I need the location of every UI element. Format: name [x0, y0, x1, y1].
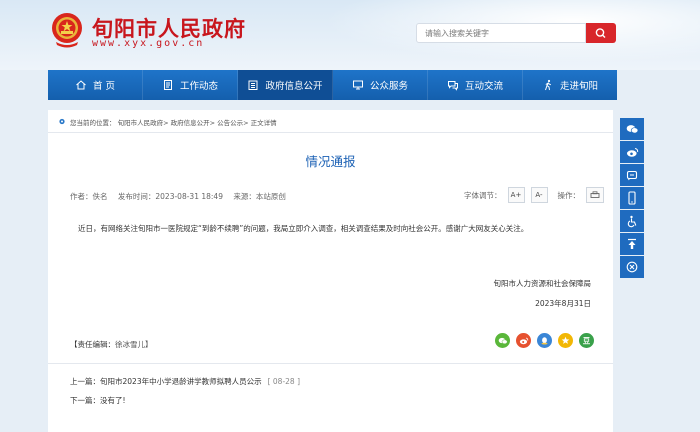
side-toolbar [620, 118, 644, 278]
arrow-up-icon [628, 238, 636, 249]
weibo-icon [626, 147, 638, 157]
site-url: www.xyx.gov.cn [92, 38, 205, 49]
search-input[interactable]: 请输入搜索关键字 [416, 23, 586, 43]
side-accessibility-button[interactable] [620, 210, 644, 232]
nav-item-info-disclosure[interactable]: 政府信息公开 [238, 70, 333, 100]
article-author: 作者：佚名 [70, 192, 108, 201]
article-panel: 您当前的位置： 旬阳市人民政府> 政府信息公开> 公告公示> 正文详情 情况通报… [48, 110, 613, 432]
site-header: 旬阳市人民政府 www.xyx.gov.cn 请输入搜索关键字 [0, 0, 700, 70]
main-nav: 首 页 工作动态 政府信息公开 公众服务 互动交流 走进旬阳 [48, 70, 617, 100]
nav-item-public-service[interactable]: 公众服务 [333, 70, 428, 100]
divider [48, 363, 613, 364]
article-published: 发布时间：2023-08-31 18:49 [117, 192, 223, 201]
wheelchair-icon [627, 215, 637, 227]
signature-date: 2023年8月31日 [535, 299, 591, 308]
star-icon [561, 336, 570, 344]
share-wechat-button[interactable] [495, 333, 510, 348]
side-weibo-button[interactable] [620, 141, 644, 163]
responsible-editor: 【责任编辑：徐冰雪儿】 [70, 339, 153, 350]
search-button[interactable] [586, 23, 616, 43]
nav-item-interaction[interactable]: 互动交流 [428, 70, 523, 100]
share-buttons [495, 333, 594, 348]
monitor-icon [352, 80, 363, 90]
side-back-to-top-button[interactable] [620, 233, 644, 255]
app-icon [626, 170, 638, 180]
wechat-icon [626, 124, 638, 133]
font-decrease-button[interactable]: A- [530, 187, 548, 203]
breadcrumb: 您当前的位置： 旬阳市人民政府> 政府信息公开> 公告公示> 正文详情 [58, 117, 277, 127]
chat-icon [447, 81, 458, 91]
article-body: 近日，有网络关注旬阳市一医院规定“到龄不续聘”的问题，我局立即介入调查，相关调查… [78, 224, 529, 233]
article-meta: 作者：佚名 发布时间：2023-08-31 18:49 来源：本站原创 [70, 191, 294, 202]
weibo-icon [519, 337, 528, 344]
prev-article-date: [ 08-28 ] [267, 377, 301, 386]
document-icon [163, 80, 172, 90]
article-title: 情况通报 [305, 154, 356, 169]
editor-name: 徐冰雪儿】 [115, 340, 153, 349]
nav-label: 工作动态 [179, 81, 218, 92]
article-source: 来源：本站原创 [233, 192, 286, 201]
share-qq-button[interactable] [537, 333, 552, 348]
next-label: 下一篇： [70, 396, 100, 405]
home-icon [76, 80, 86, 90]
nav-label: 政府信息公开 [265, 81, 323, 92]
nav-label: 公众服务 [369, 81, 408, 92]
nav-item-work-news[interactable]: 工作动态 [143, 70, 238, 100]
font-increase-button[interactable]: A+ [507, 187, 525, 203]
next-article: 下一篇：没有了! [70, 395, 126, 406]
share-douban-button[interactable] [579, 333, 594, 348]
prev-label: 上一篇： [70, 377, 100, 386]
editor-label: 【责任编辑： [70, 340, 115, 349]
side-close-button[interactable] [620, 256, 644, 278]
wechat-icon [498, 337, 507, 344]
print-icon [590, 191, 600, 198]
nav-item-about-xunyang[interactable]: 走进旬阳 [523, 70, 617, 100]
nav-item-home[interactable]: 首 页 [48, 70, 143, 100]
nav-label: 互动交流 [464, 81, 503, 92]
side-wechat-button[interactable] [620, 118, 644, 140]
next-article-text: 没有了! [100, 396, 126, 405]
national-emblem-icon [52, 13, 82, 48]
qq-icon [541, 337, 548, 345]
side-app-button[interactable] [620, 164, 644, 186]
mobile-icon [628, 191, 636, 205]
nav-label: 首 页 [92, 81, 116, 92]
douban-icon [583, 337, 590, 345]
search-icon [595, 28, 606, 38]
prev-article: 上一篇：旬阳市2023年中小学退龄讲学教师拟聘人员公示 [ 08-28 ] [70, 376, 300, 387]
nav-label: 走进旬阳 [559, 81, 598, 92]
action-label: 操作： [557, 190, 581, 200]
breadcrumb-text[interactable]: 您当前的位置： 旬阳市人民政府> 政府信息公开> 公告公示> 正文详情 [70, 117, 277, 127]
prev-article-link[interactable]: 旬阳市2023年中小学退龄讲学教师拟聘人员公示 [100, 377, 262, 386]
signature-org: 旬阳市人力资源和社会保障局 [493, 279, 592, 288]
print-button[interactable] [586, 187, 604, 203]
share-weibo-button[interactable] [516, 333, 531, 348]
side-mobile-button[interactable] [620, 187, 644, 209]
font-size-label: 字体调节： [464, 190, 502, 200]
building-icon [248, 80, 258, 90]
location-icon [59, 118, 65, 125]
share-qzone-button[interactable] [558, 333, 573, 348]
font-tools: 字体调节： A+ A- 操作： [464, 187, 604, 203]
divider [48, 132, 613, 133]
walk-icon [545, 79, 552, 91]
close-icon [626, 261, 638, 273]
